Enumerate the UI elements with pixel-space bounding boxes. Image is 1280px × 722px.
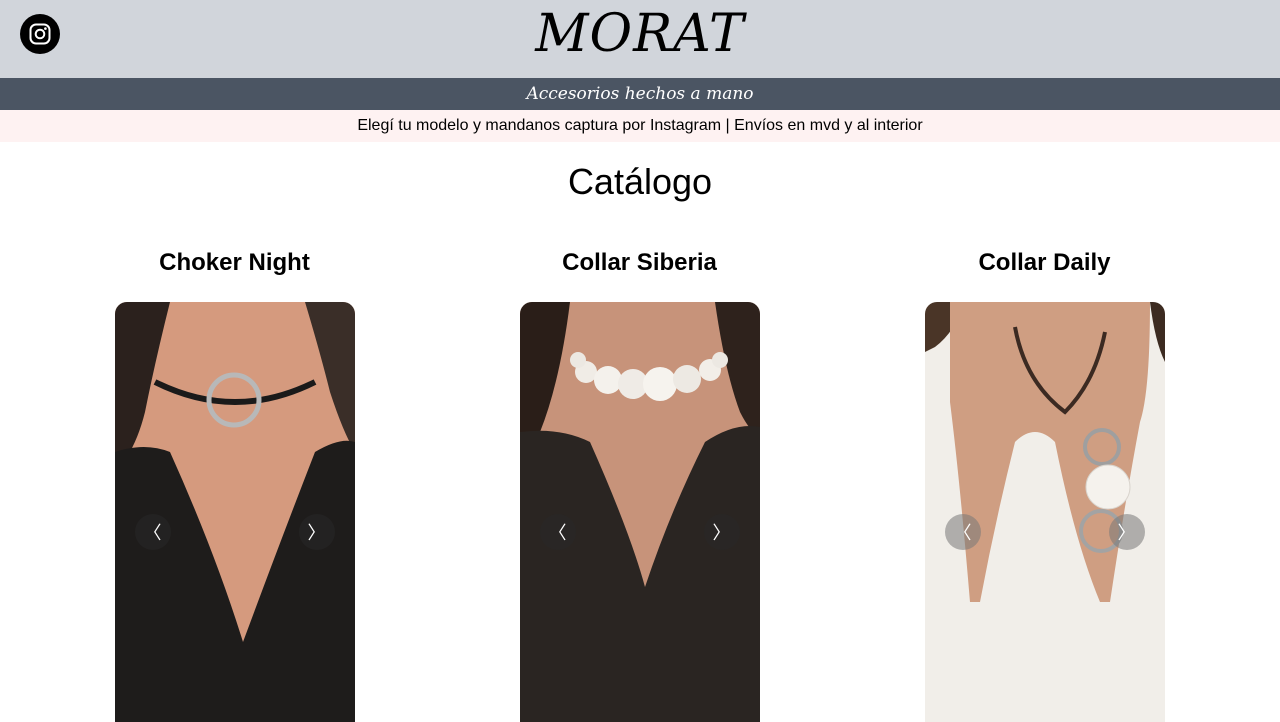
product-photo bbox=[114, 302, 355, 722]
site-header: MORAT bbox=[0, 0, 1280, 78]
carousel-next-button[interactable]: 〉 bbox=[298, 514, 335, 550]
catalog-title: Catálogo bbox=[567, 161, 713, 202]
product-photo-carousel: 〈 〉 bbox=[114, 302, 355, 722]
product-name: Collar Siberia bbox=[562, 249, 717, 276]
carousel-prev-button[interactable]: 〈 bbox=[134, 514, 171, 550]
carousel-next-button[interactable]: 〉 bbox=[703, 514, 740, 550]
product-name: Collar Daily bbox=[978, 249, 1111, 276]
notice-bar: Elegí tu modelo y mandanos captura por I… bbox=[0, 110, 1280, 142]
carousel-prev-button[interactable]: 〈 bbox=[944, 514, 981, 550]
product-photo bbox=[519, 302, 760, 722]
product-photo-carousel: 〈 〉 bbox=[519, 302, 760, 722]
product-photo-carousel: 〈 〉 bbox=[924, 302, 1165, 722]
brand-logo[interactable]: MORAT bbox=[0, 2, 1280, 66]
product-name: Choker Night bbox=[159, 249, 310, 276]
carousel-next-button[interactable]: 〉 bbox=[1108, 514, 1145, 550]
product-card-collar-siberia: Collar Siberia 〈 〉 bbox=[437, 246, 842, 722]
product-card-choker-night: Choker Night 〈 〉 bbox=[32, 246, 437, 722]
carousel-prev-button[interactable]: 〈 bbox=[539, 514, 576, 550]
tagline-bar: Accesorios hechos a mano bbox=[0, 78, 1280, 110]
product-photo bbox=[924, 302, 1165, 722]
product-card-collar-daily: Collar Daily 〈 〉 bbox=[842, 246, 1247, 722]
